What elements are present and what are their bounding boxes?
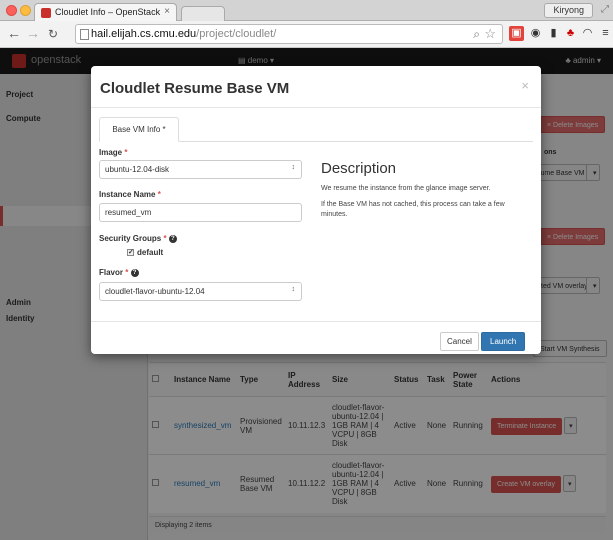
- instance-name-value: resumed_vm: [105, 208, 152, 217]
- extension-eye-icon[interactable]: ◉: [528, 26, 543, 41]
- extension-red-icon[interactable]: ▣: [509, 26, 524, 41]
- fullscreen-icon[interactable]: ⤢: [601, 4, 609, 15]
- new-tab-button[interactable]: [181, 6, 225, 21]
- resume-base-vm-modal: Cloudlet Resume Base VM × Base VM Info *…: [91, 66, 541, 354]
- image-select[interactable]: ubuntu-12.04-disk ↕: [99, 160, 302, 179]
- select-arrows-icon: ↕: [291, 164, 296, 171]
- image-select-value: ubuntu-12.04-disk: [105, 165, 170, 174]
- tab-close-icon[interactable]: ×: [164, 6, 170, 17]
- help-icon[interactable]: ?: [168, 234, 177, 243]
- openstack-favicon-icon: [41, 8, 51, 18]
- profile-button[interactable]: Kiryong: [544, 3, 593, 18]
- cancel-button[interactable]: Cancel: [440, 332, 479, 351]
- help-icon[interactable]: ?: [130, 268, 139, 277]
- description-text-2: If the Base VM has not cached, this proc…: [321, 201, 505, 218]
- tab-base-vm-info[interactable]: Base VM Info *: [99, 117, 179, 142]
- back-arrow-icon[interactable]: ←: [7, 25, 21, 41]
- description-title: Description: [321, 160, 397, 177]
- zoom-icon[interactable]: ⌕: [473, 27, 480, 42]
- security-group-default[interactable]: ✓ default: [127, 248, 163, 257]
- browser-tab[interactable]: Cloudlet Info – OpenStack ×: [34, 3, 177, 21]
- reload-icon[interactable]: ↻: [48, 27, 58, 41]
- forward-arrow-icon[interactable]: →: [26, 25, 40, 41]
- extension-hat-icon[interactable]: ♣: [563, 26, 578, 41]
- extension-car-icon[interactable]: ▮: [546, 26, 561, 41]
- image-label: Image *: [99, 148, 128, 157]
- modal-header: Cloudlet Resume Base VM ×: [91, 66, 541, 108]
- close-window-icon[interactable]: [6, 5, 17, 16]
- page-icon: [80, 29, 89, 40]
- page-area: openstack ▤ demo ▾ ♣ admin ▾ Project Com…: [0, 48, 613, 540]
- browser-toolbar: ← → ↻ hail.elijah.cs.cmu.edu/project/clo…: [0, 21, 613, 48]
- bookmark-star-icon[interactable]: ☆: [484, 26, 496, 42]
- launch-button[interactable]: Launch: [481, 332, 526, 351]
- address-bar[interactable]: hail.elijah.cs.cmu.edu/project/cloudlet/…: [75, 24, 503, 44]
- instance-name-label: Instance Name *: [99, 190, 161, 199]
- flavor-select-value: cloudlet-flavor-ubuntu-12.04: [105, 287, 205, 296]
- select-arrows-icon: ↕: [291, 286, 296, 293]
- instance-name-input[interactable]: resumed_vm: [99, 203, 302, 222]
- close-icon[interactable]: ×: [521, 78, 529, 93]
- modal-title: Cloudlet Resume Base VM: [100, 80, 290, 97]
- extension-wifi-icon[interactable]: ◠: [580, 26, 595, 41]
- url-host: hail.elijah.cs.cmu.edu: [91, 28, 197, 40]
- url-path: /project/cloudlet/: [196, 28, 277, 40]
- minimize-window-icon[interactable]: [20, 5, 31, 16]
- flavor-select[interactable]: cloudlet-flavor-ubuntu-12.04 ↕: [99, 282, 302, 301]
- description-text-1: We resume the instance from the glance i…: [321, 185, 491, 192]
- flavor-label: Flavor * ?: [99, 268, 139, 277]
- modal-footer: Cancel Launch: [91, 321, 541, 354]
- tab-title: Cloudlet Info – OpenStack: [55, 7, 161, 17]
- browser-tabstrip: Cloudlet Info – OpenStack × Kiryong ⤢: [0, 0, 613, 21]
- menu-icon[interactable]: ≡: [598, 26, 613, 41]
- security-group-label: default: [137, 248, 164, 257]
- security-groups-label: Security Groups * ?: [99, 234, 177, 243]
- checkbox-checked-icon[interactable]: ✓: [127, 249, 134, 257]
